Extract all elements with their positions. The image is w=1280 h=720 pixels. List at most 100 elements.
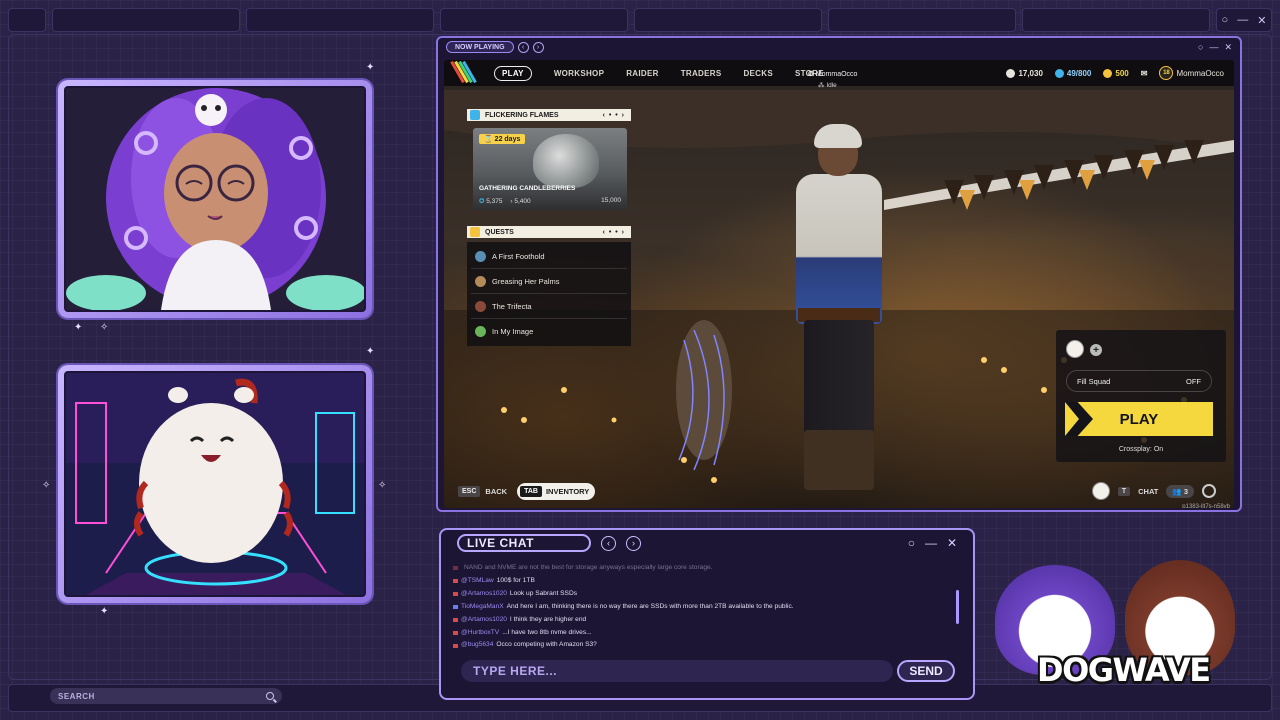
top-slot	[246, 8, 434, 32]
prev-arrow-icon[interactable]: ‹	[517, 41, 529, 53]
sparkle-icon: ✧	[100, 322, 109, 333]
sparkle-icon: ✦	[366, 346, 375, 357]
minimize-icon[interactable]: —	[925, 536, 937, 550]
chat-text: ...I have two 8tb nvme drives...	[502, 628, 592, 636]
nav-workshop[interactable]: WORKSHOP	[554, 69, 604, 78]
event-icon	[470, 110, 480, 120]
nav-play[interactable]: PLAY	[494, 65, 532, 81]
sparkle-icon: ✦	[366, 62, 375, 73]
chat-next-arrow-icon[interactable]: ›	[626, 535, 641, 551]
top-slot	[8, 8, 46, 32]
quest-icon	[475, 250, 486, 262]
quest-item[interactable]: A First Foothold	[471, 244, 627, 269]
player-avatar[interactable]	[1091, 482, 1110, 500]
quest-icon	[475, 326, 486, 337]
close-icon[interactable]: ✕	[947, 536, 957, 550]
chat-text: And here I am, thinking there is no way …	[506, 602, 794, 610]
top-slot	[634, 8, 822, 32]
squad-avatar[interactable]	[1066, 340, 1084, 358]
nav-decks[interactable]: DECKS	[743, 69, 773, 78]
status-icon: ⁂	[818, 82, 825, 89]
settings-gear-icon[interactable]	[1202, 484, 1216, 498]
fill-squad-toggle[interactable]: Fill Squad OFF	[1066, 370, 1212, 392]
top-slot	[828, 8, 1016, 32]
session-id: p1383-llt7s-n58vb	[1182, 504, 1230, 508]
sparkle-icon: ✦	[74, 322, 83, 333]
nav-raider[interactable]: RAIDER	[626, 69, 658, 78]
quest-label: The Trifecta	[492, 301, 532, 311]
chat-user[interactable]: @TSMLaw	[461, 575, 494, 588]
mascot-image	[66, 373, 364, 595]
back-button[interactable]: ESC BACK	[458, 486, 507, 497]
next-arrow-icon[interactable]: ›	[532, 41, 544, 53]
chat-scrollbar[interactable]	[956, 590, 959, 624]
fill-squad-value: OFF	[1186, 376, 1201, 386]
coins-value: 17,030	[1018, 68, 1043, 78]
chat-user[interactable]: @Artamos1020	[461, 614, 507, 627]
nav-traders[interactable]: TRADERS	[681, 69, 722, 78]
game-logo-icon	[450, 60, 477, 84]
close-icon[interactable]: ✕	[1257, 14, 1266, 27]
chat-user[interactable]: TioMegaManX	[461, 601, 504, 614]
minimize-icon[interactable]: —	[1209, 42, 1218, 53]
platform-icon	[453, 566, 458, 571]
fill-squad-label: Fill Squad	[1077, 376, 1111, 386]
progress-mid: 5,400	[514, 198, 531, 205]
now-playing-label: NOW PLAYING	[446, 41, 514, 53]
quest-item[interactable]: In My Image	[471, 319, 627, 344]
webcam-frame-top	[58, 80, 372, 318]
search-icon[interactable]	[266, 692, 274, 700]
maximize-icon[interactable]: ○	[908, 536, 915, 550]
overlay-window-controls: ○ — ✕	[1216, 8, 1272, 32]
mailbox-icon[interactable]: ✉	[1141, 69, 1148, 78]
squad-panel: + Fill Squad OFF PLAY Crossplay: On	[1056, 330, 1226, 462]
party-count[interactable]: 👥 3	[1166, 484, 1194, 498]
minimize-icon[interactable]: —	[1237, 14, 1248, 26]
profile-display[interactable]: 18 MommaOcco	[1159, 66, 1224, 80]
inventory-label: INVENTORY	[545, 487, 590, 496]
maximize-icon[interactable]: ○	[1198, 42, 1203, 53]
event-days-badge: ⌛ 22 days	[479, 134, 526, 144]
chat-user[interactable]: @Artamos1020	[461, 588, 507, 601]
webcam-frame-bottom	[58, 365, 372, 603]
sparkle-icon: ✦	[100, 606, 109, 617]
chat-text: 100$ for 1TB	[496, 576, 535, 584]
player-name: MommaOcco	[815, 71, 858, 78]
cred-display: 500	[1103, 68, 1129, 78]
chat-user[interactable]: @bug5634	[461, 639, 493, 648]
progress-icon: ✪	[479, 198, 485, 205]
chat-text: Occo competing with Amazon S3?	[496, 641, 597, 648]
quests-pager[interactable]: ‹ • • ›	[603, 229, 625, 236]
inventory-button[interactable]: TAB INVENTORY	[517, 483, 596, 500]
quest-item[interactable]: Greasing Her Palms	[471, 269, 627, 294]
close-icon[interactable]: ✕	[1224, 42, 1232, 53]
chat-message: @Artamos1020 I think they are higher end	[453, 614, 957, 627]
username: MommaOcco	[1176, 68, 1224, 78]
chat-button[interactable]: CHAT	[1138, 487, 1158, 496]
play-button[interactable]: PLAY	[1065, 402, 1213, 436]
coins-display: 17,030	[1006, 68, 1043, 78]
player-status: Idle	[826, 82, 837, 89]
chat-prev-arrow-icon[interactable]: ‹	[601, 535, 616, 551]
chat-text: NAND and NVME are not the best for stora…	[464, 564, 713, 571]
search-bar[interactable]: SEARCH	[50, 688, 282, 704]
maximize-icon[interactable]: ○	[1222, 14, 1229, 26]
top-window-strip: ○ — ✕	[8, 8, 1272, 32]
quest-item[interactable]: The Trifecta	[471, 294, 627, 319]
crossplay-status: Crossplay: On	[1118, 446, 1164, 453]
play-label: PLAY	[1119, 410, 1159, 428]
coin-icon	[1006, 68, 1016, 78]
game-bottom-right: T CHAT 👥 3	[1091, 482, 1216, 500]
event-pager[interactable]: ‹ • • ›	[603, 112, 625, 119]
live-chat-window: LIVE CHAT ‹ › ○ — ✕ NAND and NVME are no…	[439, 528, 975, 700]
chat-input[interactable]: TYPE HERE...	[461, 660, 893, 682]
chat-user[interactable]: @HurtboxTV	[461, 627, 499, 640]
chat-message: NAND and NVME are not the best for stora…	[453, 562, 957, 575]
add-squad-member-icon[interactable]: +	[1090, 344, 1102, 356]
party-count-value: 3	[1183, 486, 1188, 496]
quests-panel-header: QUESTS ‹ • • ›	[467, 226, 631, 238]
event-card[interactable]: ⌛ 22 days GATHERING CANDLEBERRIES ✪ 5,37…	[473, 128, 627, 210]
chat-message: @bug5634 Occo competing with Amazon S3?	[453, 639, 957, 648]
send-button[interactable]: SEND	[897, 660, 955, 682]
quest-icon	[475, 275, 486, 287]
